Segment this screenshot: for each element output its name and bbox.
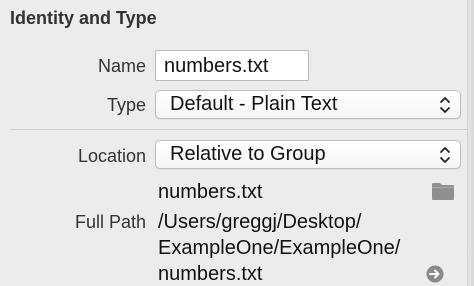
location-label: Location [77,146,146,166]
section-title: Identity and Type [10,8,157,28]
up-down-chevrons-icon [440,147,450,163]
full-path-line: numbers.txt [158,263,263,285]
type-popup-value: Default - Plain Text [170,93,338,115]
section-divider [10,129,468,130]
panel-edge [467,0,474,286]
name-field[interactable]: numbers.txt [155,50,309,81]
folder-icon[interactable] [431,181,455,201]
type-popup[interactable]: Default - Plain Text [155,90,461,119]
location-popup-value: Relative to Group [170,143,326,165]
location-file-name: numbers.txt [158,181,263,203]
full-path-label: Full Path [74,212,146,232]
arrow-circle-right-icon[interactable] [426,265,444,283]
location-popup[interactable]: Relative to Group [155,140,461,169]
type-label: Type [106,95,146,115]
full-path-line: /Users/greggj/Desktop/ [158,211,362,233]
up-down-chevrons-icon [440,97,450,113]
name-label: Name [97,56,146,76]
full-path-line: ExampleOne/ExampleOne/ [158,237,401,259]
